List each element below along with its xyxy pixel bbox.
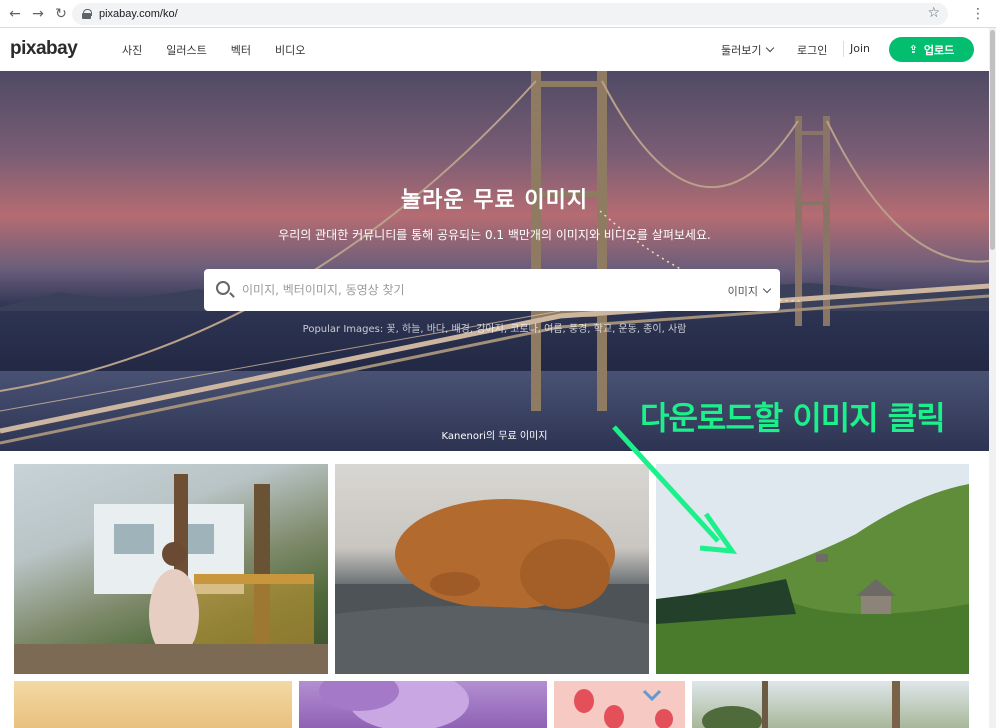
- search-input[interactable]: [242, 279, 702, 301]
- main-nav: 사진 일러스트 벡터 비디오: [122, 42, 329, 58]
- sleeping-dog-picture: [335, 499, 649, 674]
- image-sleeping-dog[interactable]: [335, 464, 649, 674]
- hero-subtitle: 우리의 관대한 커뮤니티를 통해 공유되는 0.1 백만개의 이미지와 비디오를…: [278, 228, 711, 242]
- scrollbar-thumb[interactable]: [990, 30, 995, 250]
- explore-label: 둘러보기: [721, 44, 762, 57]
- pixabay-logo[interactable]: pixabay: [10, 38, 78, 60]
- chevron-down-icon: [762, 284, 772, 294]
- explore-menu[interactable]: 둘러보기: [721, 42, 775, 58]
- login-link[interactable]: 로그인: [797, 42, 827, 58]
- image-purple-flower[interactable]: [299, 681, 547, 728]
- upload-button[interactable]: ⇪ 업로드: [889, 37, 974, 62]
- search-type-dropdown[interactable]: 이미지: [727, 283, 772, 299]
- page-scrollbar[interactable]: [989, 28, 996, 728]
- lock-icon: [82, 9, 92, 19]
- image-girl-playground[interactable]: [14, 464, 328, 674]
- search-box: 이미지: [204, 269, 780, 311]
- chevron-down-icon: [766, 43, 775, 53]
- site-header: pixabay 사진 일러스트 벡터 비디오 둘러보기 로그인 Join ⇪ 업…: [0, 28, 989, 71]
- reload-icon[interactable]: ↻: [53, 6, 69, 22]
- join-link[interactable]: Join: [850, 42, 870, 55]
- popular-searches[interactable]: Popular Images: 꽃, 하늘, 바다, 배경, 강아지, 코로나,…: [0, 320, 989, 335]
- annotation-text: 다운로드할 이미지 클릭: [640, 399, 946, 437]
- forest-trees-picture: [702, 681, 900, 728]
- image-forest-trees[interactable]: [692, 681, 969, 728]
- address-bar[interactable]: pixabay.com/ko/ ☆: [72, 3, 948, 25]
- girl-playground-picture: [14, 474, 328, 674]
- star-icon[interactable]: ☆: [927, 5, 940, 21]
- nav-videos[interactable]: 비디오: [275, 42, 305, 58]
- browser-toolbar: ← → ↻ pixabay.com/ko/ ☆ ⋮: [0, 0, 996, 28]
- nav-vectors[interactable]: 벡터: [231, 42, 251, 58]
- image-sunset-field[interactable]: [14, 681, 292, 728]
- image-strawberry-pattern[interactable]: [554, 681, 685, 728]
- upload-label: 업로드: [923, 43, 955, 57]
- menu-icon[interactable]: ⋮: [970, 5, 986, 23]
- search-type-label: 이미지: [727, 285, 758, 298]
- header-divider: [843, 41, 844, 57]
- upload-icon: ⇪: [908, 43, 918, 56]
- purple-flower-picture: [319, 681, 469, 728]
- url-text: pixabay.com/ko/: [99, 8, 178, 20]
- nav-illustrations[interactable]: 일러스트: [166, 42, 206, 58]
- search-icon[interactable]: [216, 281, 230, 295]
- strawberry-pattern-picture: [574, 689, 673, 728]
- hero-title: 놀라운 무료 이미지: [400, 188, 589, 213]
- mountain-meadow-picture: [656, 464, 969, 674]
- back-icon[interactable]: ←: [7, 6, 23, 22]
- forward-icon[interactable]: →: [30, 6, 46, 22]
- image-mountain-meadow[interactable]: [656, 464, 969, 674]
- nav-photos[interactable]: 사진: [122, 42, 142, 58]
